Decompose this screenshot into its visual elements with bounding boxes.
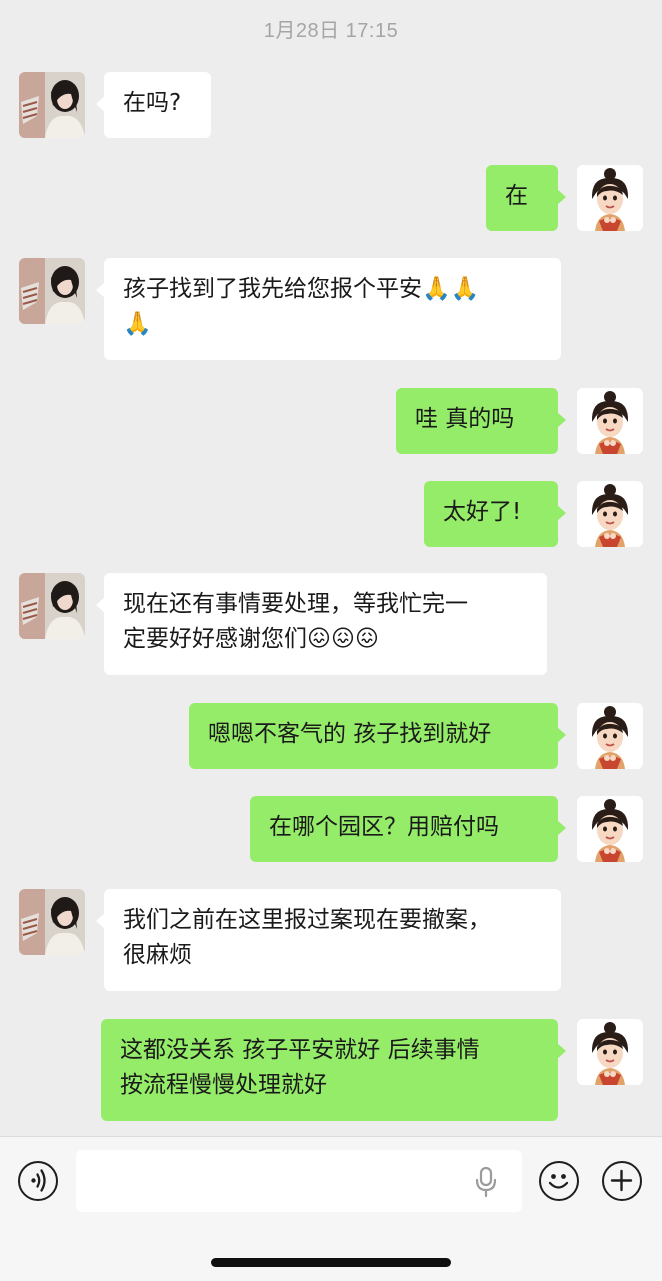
my-avatar[interactable] (577, 796, 643, 862)
my-avatar[interactable] (577, 165, 643, 231)
message-input[interactable] (76, 1150, 522, 1212)
received-message-bubble[interactable]: 孩子找到了我先给您报个平安🙏🙏 🙏 (96, 258, 561, 360)
emoji-button[interactable] (539, 1161, 579, 1201)
cartoon-girl-avatar-icon (577, 481, 643, 547)
cartoon-girl-avatar-icon (577, 796, 643, 862)
microphone-button[interactable] (472, 1166, 500, 1198)
woman-photo-icon (19, 573, 85, 639)
sent-message-bubble[interactable]: 哇 真的吗 (396, 388, 566, 454)
voice-icon (31, 1169, 46, 1192)
more-functions-button[interactable] (602, 1161, 642, 1201)
woman-photo-icon (19, 889, 85, 955)
my-avatar[interactable] (577, 703, 643, 769)
voice-toggle-button[interactable] (18, 1161, 58, 1201)
sent-message-bubble[interactable]: 太好了! (424, 481, 566, 547)
sent-message-bubble[interactable]: 这都没关系 孩子平安就好 后续事情 按流程慢慢处理就好 (101, 1019, 566, 1121)
my-avatar[interactable] (577, 1019, 643, 1085)
contact-avatar[interactable] (19, 889, 85, 955)
sent-message-bubble[interactable]: 嗯嗯不客气的 孩子找到就好 (189, 703, 566, 769)
plus-icon (610, 1169, 633, 1192)
received-message-bubble[interactable]: 我们之前在这里报过案现在要撤案， 很麻烦 (96, 889, 561, 991)
woman-photo-icon (19, 258, 85, 324)
my-avatar[interactable] (577, 388, 643, 454)
microphone-icon (475, 1166, 497, 1198)
home-indicator[interactable] (211, 1258, 451, 1267)
chat-timestamp: 1月28日 17:15 (263, 20, 399, 42)
emoji-icon (548, 1174, 569, 1189)
contact-avatar[interactable] (19, 573, 85, 639)
contact-avatar[interactable] (19, 258, 85, 324)
cartoon-girl-avatar-icon (577, 165, 643, 231)
my-avatar[interactable] (577, 481, 643, 547)
cartoon-girl-avatar-icon (577, 388, 643, 454)
cartoon-girl-avatar-icon (577, 703, 643, 769)
received-message-bubble[interactable]: 在吗? (96, 72, 211, 138)
woman-photo-icon (19, 72, 85, 138)
sent-message-bubble[interactable]: 在哪个园区？用赔付吗 (250, 796, 566, 862)
received-message-bubble[interactable]: 现在还有事情要处理，等我忙完一 定要好好感谢您们😖😖😖 (96, 573, 547, 675)
cartoon-girl-avatar-icon (577, 1019, 643, 1085)
sent-message-bubble[interactable]: 在 (486, 165, 566, 231)
contact-avatar[interactable] (19, 72, 85, 138)
